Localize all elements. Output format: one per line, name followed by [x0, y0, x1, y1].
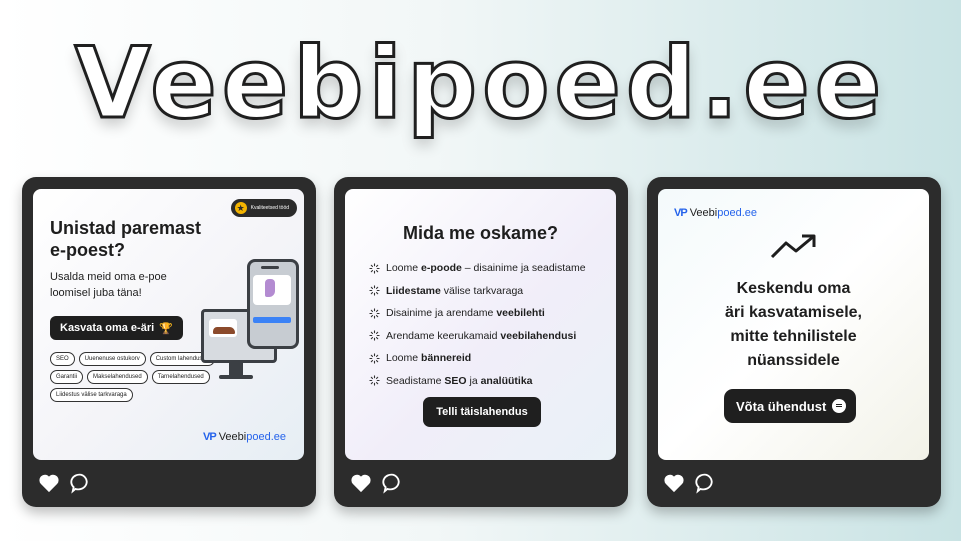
badge-label: Kvaliteetsed tööd	[250, 205, 289, 211]
feature-tag: Garantii	[50, 370, 84, 384]
monitor-base	[219, 375, 253, 379]
post-image-2: Mida me oskame? Loome e-poode – disainim…	[345, 189, 616, 460]
loader-icon	[369, 330, 380, 341]
comment-icon[interactable]	[70, 472, 92, 494]
card1-subtitle-line1: Usalda meid oma e-poe	[50, 271, 167, 283]
grow-business-label: Kasvata oma e-äri	[60, 322, 155, 334]
quality-badge: ★ Kvaliteetsed tööd	[230, 199, 297, 217]
monitor-stand	[229, 363, 243, 375]
shoe-icon	[213, 327, 235, 334]
list-item: Disainime ja arendame veebilehti	[369, 302, 586, 325]
item-text: Arendame keerukamaid	[386, 329, 501, 342]
item-text: Loome	[386, 262, 422, 275]
feature-tag: Uuenenuse ostukorv	[78, 352, 146, 366]
logo-mark-icon: VP	[203, 431, 217, 443]
list-item: Loome e-poode – disainime ja seadistame	[369, 257, 586, 280]
headline: Veebipoed.ee	[73, 26, 887, 143]
order-full-solution-button[interactable]: Telli täislahendus	[423, 397, 541, 427]
list-item: Arendame keerukamaid veebilahendusi	[369, 325, 586, 348]
chat-bubble-icon	[832, 399, 847, 413]
post-actions	[38, 470, 92, 496]
item-text: – disainime ja seadistame	[461, 262, 586, 275]
services-list: Loome e-poode – disainime ja seadistame …	[369, 257, 586, 392]
item-text: Seadistame	[386, 374, 445, 387]
item-bold: bännereid	[421, 352, 472, 365]
logo-text-2: poed.ee	[246, 431, 286, 443]
loader-icon	[369, 353, 380, 364]
logo-text-1: Veebi	[689, 207, 718, 219]
loader-icon	[369, 375, 380, 386]
list-item: Liidestame välise tarkvaraga	[369, 280, 586, 303]
comment-icon[interactable]	[695, 472, 717, 494]
grow-business-button[interactable]: Kasvata oma e-äri 🏆	[50, 316, 183, 340]
feature-tag: Makselahendused	[87, 370, 148, 384]
post-image-1: ★ Kvaliteetsed tööd Unistad paremast e-p…	[33, 189, 304, 460]
item-text: välise tarkvaraga	[440, 284, 524, 297]
contact-button[interactable]: Võta ühendust	[724, 389, 857, 423]
brand-logo: VP Veebipoed.ee	[203, 431, 286, 443]
card1-subtitle-line2: loomisel juba täna!	[50, 287, 142, 299]
heart-icon[interactable]	[663, 473, 685, 493]
logo-text-2: poed.ee	[717, 207, 757, 219]
post-actions	[350, 470, 404, 496]
item-text: Disainime ja arendame	[386, 307, 497, 320]
feature-tag: Tarnelahendused	[151, 370, 210, 384]
loader-icon	[369, 308, 380, 319]
sock-icon	[265, 279, 275, 297]
logo-text-1: Veebi	[218, 431, 247, 443]
contact-label: Võta ühendust	[736, 398, 827, 414]
item-bold: veebilehti	[496, 307, 545, 320]
post-card-2: Mida me oskame? Loome e-poode – disainim…	[334, 177, 628, 507]
feature-tags: SEO Uuenenuse ostukorv Custom lahendused…	[50, 352, 220, 402]
phone-toolbar	[253, 317, 291, 323]
list-item: Loome bännereid	[369, 347, 586, 370]
phone-speaker	[261, 266, 279, 269]
card1-subtitle: Usalda meid oma e-poe loomisel juba täna…	[50, 269, 190, 301]
card3-line4: nüanssidele	[747, 352, 840, 369]
heart-icon[interactable]	[350, 473, 372, 493]
card1-title-line2: e-poest?	[50, 240, 126, 260]
loader-icon	[369, 263, 380, 274]
item-text: Loome	[386, 352, 422, 365]
card3-message: Keskendu oma äri kasvatamisele, mitte te…	[658, 277, 929, 373]
item-bold: SEO	[444, 374, 467, 387]
post-image-3: VP Veebipoed.ee Keskendu oma äri kasvata…	[658, 189, 929, 460]
card3-line2: äri kasvatamisele,	[725, 304, 862, 321]
card1-title-line1: Unistad paremast	[50, 218, 202, 238]
star-icon: ★	[234, 202, 247, 214]
trophy-icon: 🏆	[159, 322, 173, 335]
post-card-3: VP Veebipoed.ee Keskendu oma äri kasvata…	[647, 177, 941, 507]
item-bold: analüütika	[480, 374, 533, 387]
comment-icon[interactable]	[382, 472, 404, 494]
trend-up-arrow-icon	[770, 234, 816, 259]
logo-mark-icon: VP	[674, 207, 688, 219]
item-bold: Liidestame	[386, 284, 441, 297]
list-item: Seadistame SEO ja analüütika	[369, 370, 586, 393]
feature-tag: SEO	[50, 352, 75, 366]
brand-logo: VP Veebipoed.ee	[674, 207, 757, 219]
item-bold: e-poode	[421, 262, 462, 275]
feature-tag: Liidestus välise tarkvaraga	[50, 388, 133, 402]
loader-icon	[369, 285, 380, 296]
card3-line1: Keskendu oma	[736, 280, 851, 297]
post-actions	[663, 470, 717, 496]
item-bold: veebilahendusi	[500, 329, 577, 342]
heart-icon[interactable]	[38, 473, 60, 493]
card2-title: Mida me oskame?	[402, 223, 559, 243]
post-card-1: ★ Kvaliteetsed tööd Unistad paremast e-p…	[22, 177, 316, 507]
item-text: ja	[466, 374, 481, 387]
card1-title: Unistad paremast e-poest?	[50, 217, 201, 261]
card3-line3: mitte tehnilistele	[730, 328, 857, 345]
